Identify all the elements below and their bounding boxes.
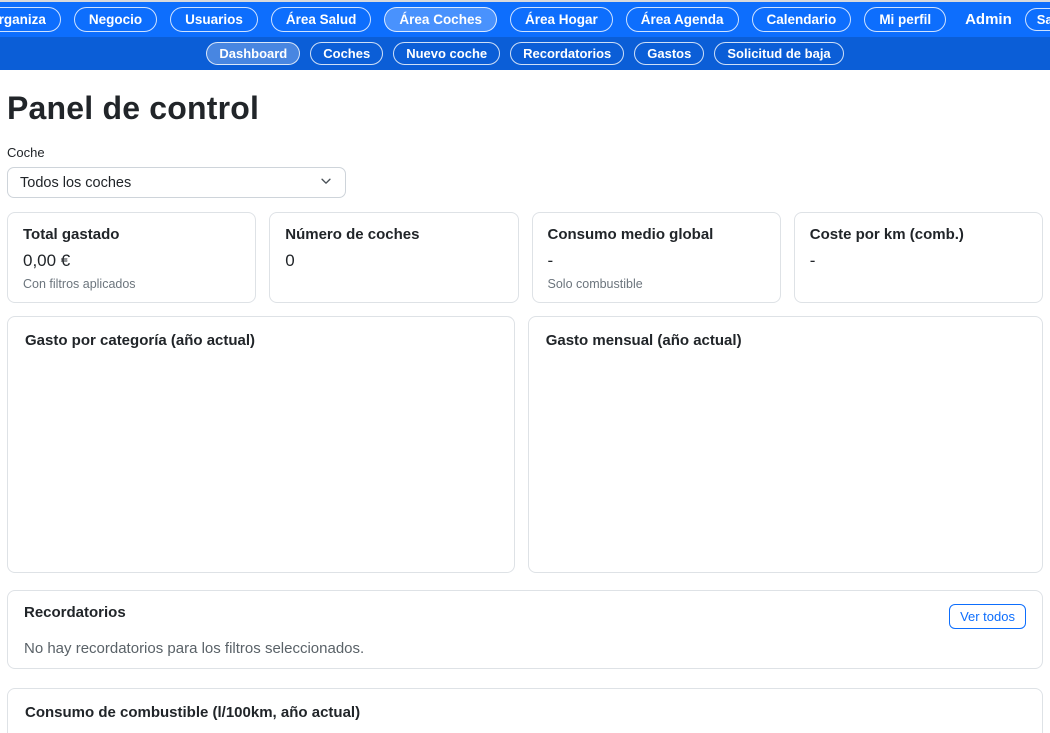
nav-item-area-salud[interactable]: Área Salud <box>271 7 372 32</box>
car-filter-label: Coche <box>7 145 1043 160</box>
stat-title: Coste por km (comb.) <box>810 226 1027 243</box>
nav-item-area-coches[interactable]: Área Coches <box>384 7 497 32</box>
chart-card-gasto-categoria: Gasto por categoría (año actual) <box>7 316 515 573</box>
nav-item-mi-perfil[interactable]: Mi perfil <box>864 7 946 32</box>
stats-row: Total gastado 0,00 € Con filtros aplicad… <box>7 212 1043 303</box>
chart-title: Gasto por categoría (año actual) <box>25 332 497 349</box>
top-navbar: Organiza Negocio Usuarios Área Salud Áre… <box>0 2 1050 37</box>
stat-card-total-gastado: Total gastado 0,00 € Con filtros aplicad… <box>7 212 256 303</box>
reminders-title: Recordatorios <box>24 604 126 621</box>
stat-card-coste-por-km: Coste por km (comb.) - <box>794 212 1043 303</box>
nav-item-area-agenda[interactable]: Área Agenda <box>626 7 739 32</box>
stat-title: Total gastado <box>23 226 240 243</box>
page-title: Panel de control <box>7 90 1043 127</box>
chart-card-gasto-mensual: Gasto mensual (año actual) <box>528 316 1043 573</box>
subnav-item-recordatorios[interactable]: Recordatorios <box>510 42 624 65</box>
charts-row: Gasto por categoría (año actual) Gasto m… <box>7 316 1043 573</box>
stat-value: - <box>548 251 765 271</box>
stat-note: Solo combustible <box>548 277 765 291</box>
dashboard-main: Panel de control Coche Todos los coches … <box>0 70 1050 733</box>
nav-item-negocio[interactable]: Negocio <box>74 7 157 32</box>
nav-item-usuarios[interactable]: Usuarios <box>170 7 258 32</box>
subnav-item-nuevo-coche[interactable]: Nuevo coche <box>393 42 500 65</box>
fuel-consumption-card: Consumo de combustible (l/100km, año act… <box>7 688 1043 733</box>
view-all-reminders-button[interactable]: Ver todos <box>949 604 1026 629</box>
nav-item-calendario[interactable]: Calendario <box>752 7 852 32</box>
reminders-card: Recordatorios Ver todos No hay recordato… <box>7 590 1043 669</box>
stat-note: Con filtros aplicados <box>23 277 240 291</box>
logout-button[interactable]: Salir <box>1025 8 1050 31</box>
car-filter-selected-value: Todos los coches <box>20 175 131 191</box>
chart-title: Gasto mensual (año actual) <box>546 332 1025 349</box>
stat-value: - <box>810 251 1027 271</box>
nav-item-organiza[interactable]: Organiza <box>0 7 61 32</box>
nav-item-area-hogar[interactable]: Área Hogar <box>510 7 613 32</box>
subnav-item-gastos[interactable]: Gastos <box>634 42 704 65</box>
subnav-item-solicitud-de-baja[interactable]: Solicitud de baja <box>714 42 843 65</box>
logged-in-user-label: Admin <box>965 11 1012 28</box>
stat-card-numero-coches: Número de coches 0 <box>269 212 518 303</box>
stat-value: 0,00 € <box>23 251 240 271</box>
car-filter-select[interactable]: Todos los coches <box>7 167 346 198</box>
subnav-item-dashboard[interactable]: Dashboard <box>206 42 300 65</box>
stat-title: Número de coches <box>285 226 502 243</box>
stat-value: 0 <box>285 251 502 271</box>
stat-title: Consumo medio global <box>548 226 765 243</box>
chevron-down-icon <box>319 174 333 192</box>
subnav-item-coches[interactable]: Coches <box>310 42 383 65</box>
reminders-empty-message: No hay recordatorios para los filtros se… <box>24 640 1026 657</box>
coches-sub-navbar: Dashboard Coches Nuevo coche Recordatori… <box>0 37 1050 70</box>
stat-card-consumo-medio: Consumo medio global - Solo combustible <box>532 212 781 303</box>
fuel-chart-title: Consumo de combustible (l/100km, año act… <box>25 704 1025 721</box>
